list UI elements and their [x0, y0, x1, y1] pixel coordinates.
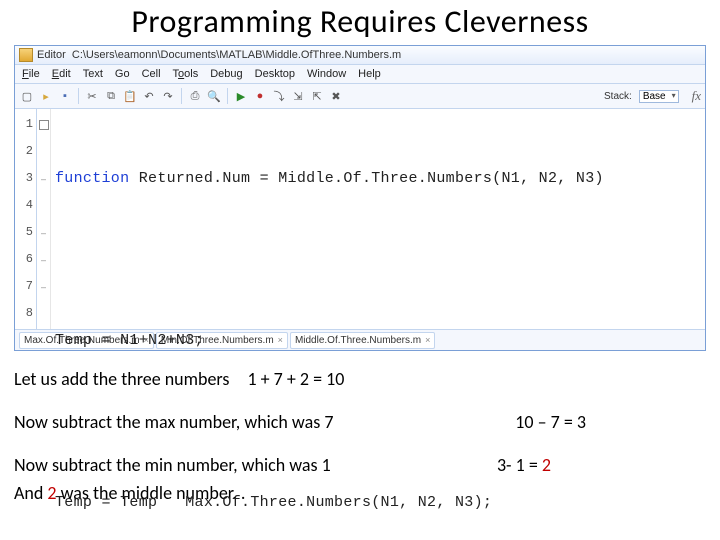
title-app: Editor — [37, 49, 66, 61]
paste-icon[interactable]: 📋 — [122, 88, 138, 104]
print-icon[interactable]: ⎙ — [187, 88, 203, 104]
fold-dash-icon: – — [37, 246, 50, 273]
code-text[interactable]: function Returned.Num = Middle.Of.Three.… — [51, 109, 604, 329]
open-icon[interactable]: ▸ — [38, 88, 54, 104]
code-line: Returned.Num = Middle.Of.Three.Numbers(N… — [129, 170, 603, 187]
code-line: Temp = N1+N2+N3; — [55, 327, 604, 354]
line-number: 2 — [15, 138, 36, 165]
slide-title: Programming Requires Cleverness — [0, 2, 720, 41]
step-icon[interactable]: ⤵ — [271, 88, 287, 104]
code-line — [55, 408, 604, 435]
line-number: 7 — [15, 273, 36, 300]
menu-text[interactable]: Text — [78, 68, 108, 80]
menu-cell[interactable]: Cell — [137, 68, 166, 80]
code-area: 1 2 3 4 5 6 7 8 – – – – function Returne… — [15, 109, 705, 329]
undo-icon[interactable]: ↶ — [141, 88, 157, 104]
fold-dash-icon: – — [37, 219, 50, 246]
new-icon[interactable]: ▢ — [19, 88, 35, 104]
title-bar: Editor C:\Users\eamonn\Documents\MATLAB\… — [15, 46, 705, 65]
title-path: C:\Users\eamonn\Documents\MATLAB\Middle.… — [72, 49, 401, 61]
menu-edit[interactable]: Edit — [47, 68, 76, 80]
line-number: 3 — [15, 165, 36, 192]
redo-icon[interactable]: ↷ — [160, 88, 176, 104]
fx-icon[interactable]: fx — [692, 88, 701, 104]
code-line: Temp = Temp Max.Of.Three.Numbers(N1, N2,… — [55, 489, 604, 516]
fold-dash-icon: – — [37, 273, 50, 300]
line-number: 6 — [15, 246, 36, 273]
stop-icon[interactable]: ✖ — [328, 88, 344, 104]
menu-debug[interactable]: Debug — [205, 68, 247, 80]
line-number: 5 — [15, 219, 36, 246]
line-number: 8 — [15, 300, 36, 327]
step-out-icon[interactable]: ⇱ — [309, 88, 325, 104]
menu-window[interactable]: Window — [302, 68, 351, 80]
fold-spacer — [37, 300, 50, 327]
step-in-icon[interactable]: ⇲ — [290, 88, 306, 104]
fold-spacer — [37, 192, 50, 219]
menu-bar: File Edit Text Go Cell Tools Debug Deskt… — [15, 65, 705, 84]
fold-box-icon[interactable] — [37, 111, 50, 138]
fold-column: – – – – — [37, 109, 51, 329]
fold-dash-icon: – — [37, 165, 50, 192]
toolbar-separator — [78, 88, 79, 104]
menu-file[interactable]: File — [17, 68, 45, 80]
run-icon[interactable]: ▶ — [233, 88, 249, 104]
stack-label: Stack: — [604, 91, 632, 102]
save-icon[interactable]: ▪ — [57, 88, 73, 104]
toolbar-separator — [181, 88, 182, 104]
menu-help[interactable]: Help — [353, 68, 386, 80]
line-number: 1 — [15, 111, 36, 138]
keyword: function — [55, 170, 129, 187]
breakpoint-icon[interactable]: ● — [252, 88, 268, 104]
editor-icon — [19, 48, 33, 62]
menu-go[interactable]: Go — [110, 68, 135, 80]
code-line — [55, 246, 604, 273]
toolbar-separator — [227, 88, 228, 104]
menu-tools[interactable]: Tools — [168, 68, 204, 80]
cut-icon[interactable]: ✂ — [84, 88, 100, 104]
find-icon[interactable]: 🔍 — [206, 88, 222, 104]
editor-window: Editor C:\Users\eamonn\Documents\MATLAB\… — [14, 45, 706, 351]
line-gutter: 1 2 3 4 5 6 7 8 — [15, 109, 37, 329]
line-number: 4 — [15, 192, 36, 219]
stack-select[interactable]: Base — [639, 90, 679, 103]
toolbar: ▢ ▸ ▪ ✂ ⧉ 📋 ↶ ↷ ⎙ 🔍 ▶ ● ⤵ ⇲ ⇱ ✖ Stack: B… — [15, 84, 705, 109]
fold-spacer — [37, 138, 50, 165]
menu-desktop[interactable]: Desktop — [250, 68, 300, 80]
copy-icon[interactable]: ⧉ — [103, 88, 119, 104]
